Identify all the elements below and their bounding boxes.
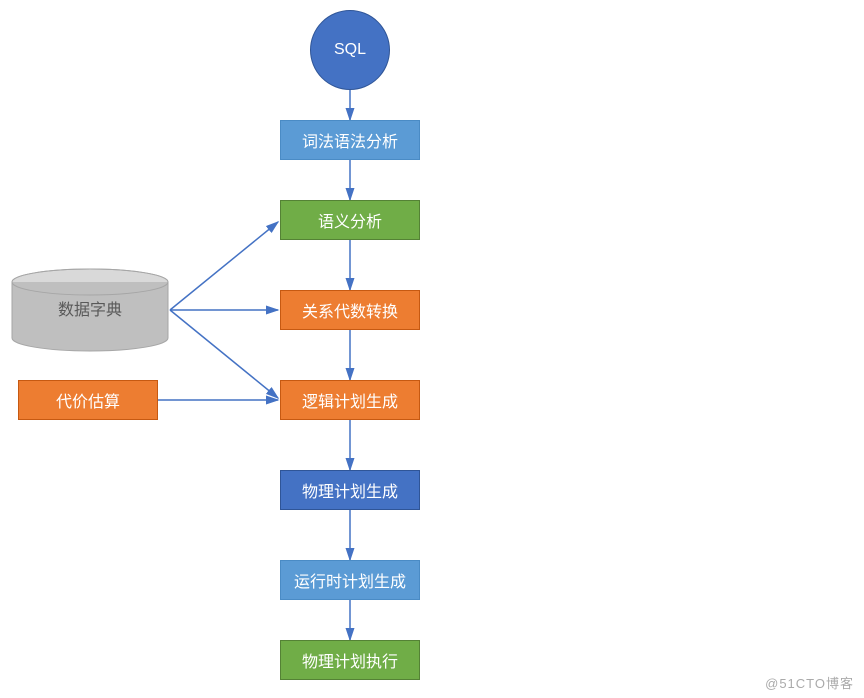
node-runtime-label: 运行时计划生成: [294, 568, 406, 592]
node-semantic-label: 语义分析: [318, 208, 382, 232]
node-physical-label: 物理计划生成: [302, 478, 398, 502]
node-logical: 逻辑计划生成: [280, 380, 420, 420]
node-lexical-label: 词法语法分析: [302, 128, 398, 152]
node-semantic: 语义分析: [280, 200, 420, 240]
node-datadict: 数据字典: [10, 268, 170, 352]
node-cost-label: 代价估算: [56, 388, 120, 412]
node-relalg-label: 关系代数转换: [302, 298, 398, 322]
node-runtime: 运行时计划生成: [280, 560, 420, 600]
node-logical-label: 逻辑计划生成: [302, 388, 398, 412]
node-relalg: 关系代数转换: [280, 290, 420, 330]
watermark: @51CTO博客: [765, 673, 854, 692]
node-sql-label: SQL: [334, 41, 366, 59]
node-cost: 代价估算: [18, 380, 158, 420]
node-execute-label: 物理计划执行: [302, 648, 398, 672]
node-lexical: 词法语法分析: [280, 120, 420, 160]
node-execute: 物理计划执行: [280, 640, 420, 680]
node-sql: SQL: [310, 10, 390, 90]
node-datadict-label: 数据字典: [10, 296, 170, 320]
node-physical: 物理计划生成: [280, 470, 420, 510]
